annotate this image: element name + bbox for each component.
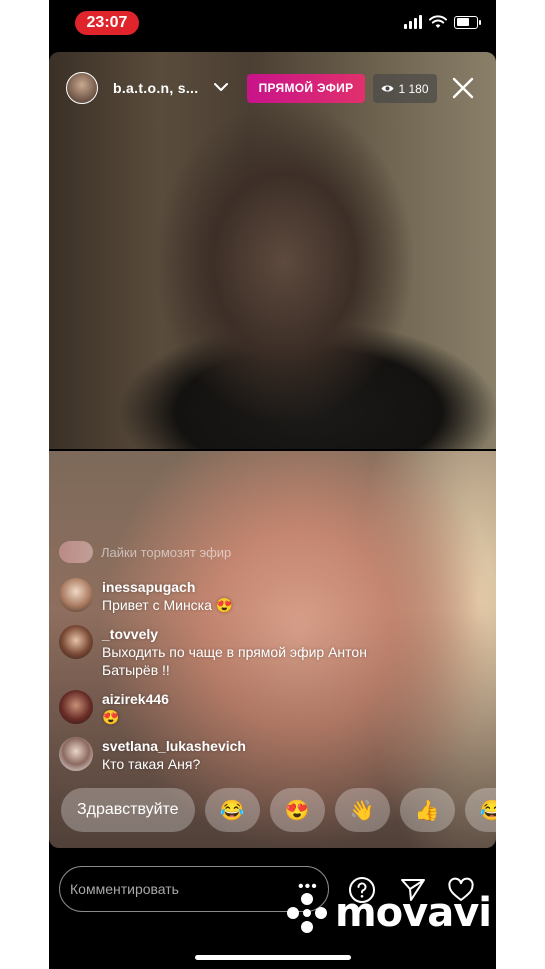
home-indicator bbox=[195, 955, 351, 960]
comment-username[interactable]: _tovvely bbox=[102, 625, 422, 643]
host-name[interactable]: b.a.t.o.n, s... bbox=[113, 80, 198, 96]
host-avatar[interactable] bbox=[66, 72, 98, 104]
comment-text: Кто такая Аня? bbox=[102, 756, 201, 772]
avatar[interactable] bbox=[59, 625, 93, 659]
comment-username[interactable]: svetlana_lukashevich bbox=[102, 737, 422, 755]
comment-username[interactable]: aizirek446 bbox=[102, 690, 422, 708]
quick-reactions-bar: Здравствуйте 😂 😍 👋 👍 😂 bbox=[61, 788, 496, 834]
live-badge: ПРЯМОЙ ЭФИР bbox=[247, 74, 365, 103]
status-bar: 23:07 bbox=[49, 0, 496, 46]
status-icons bbox=[404, 15, 481, 29]
cellular-signal-icon bbox=[404, 15, 422, 29]
live-header: b.a.t.o.n, s... ПРЯМОЙ ЭФИР 1 180 bbox=[49, 64, 496, 114]
system-notice-text: Лайки тормозят эфир bbox=[101, 544, 232, 560]
quick-reply-greeting[interactable]: Здравствуйте bbox=[61, 788, 195, 832]
reaction-laugh-2[interactable]: 😂 bbox=[464, 788, 496, 832]
avatar[interactable] bbox=[59, 737, 93, 771]
viewer-count: 1 180 bbox=[398, 81, 429, 96]
comment-item: _tovvely Выходить по чаще в прямой эфир … bbox=[59, 625, 422, 679]
avatar[interactable] bbox=[59, 690, 93, 724]
comment-text: 😍 bbox=[102, 709, 120, 725]
battery-icon bbox=[454, 15, 481, 29]
chevron-down-icon[interactable] bbox=[214, 82, 228, 92]
comment-username[interactable]: inessapugach bbox=[102, 578, 422, 596]
reaction-wave[interactable]: 👋 bbox=[334, 788, 390, 832]
movavi-watermark: movavi bbox=[285, 886, 492, 940]
heart-like-icon bbox=[59, 541, 93, 563]
phone-screen: 23:07 b.a.t.o.n, s... ПРЯМОЙ ЭФИР 1 180 … bbox=[49, 0, 496, 969]
status-time: 23:07 bbox=[75, 11, 139, 35]
reaction-thumbs-up[interactable]: 👍 bbox=[399, 788, 455, 832]
system-notice: Лайки тормозят эфир bbox=[59, 534, 231, 570]
comment-item: aizirek446 😍 bbox=[59, 690, 422, 726]
reaction-laugh[interactable]: 😂 bbox=[204, 788, 260, 832]
movavi-logo-icon bbox=[287, 893, 327, 933]
movavi-watermark-text: movavi bbox=[335, 890, 492, 936]
wifi-icon bbox=[429, 15, 447, 28]
avatar[interactable] bbox=[59, 578, 93, 612]
comment-text: Привет с Минска 😍 bbox=[102, 597, 234, 613]
comment-text: Выходить по чаще в прямой эфир Антон Бат… bbox=[102, 644, 367, 678]
eye-icon bbox=[381, 85, 394, 92]
viewer-count-badge[interactable]: 1 180 bbox=[373, 74, 437, 103]
comment-item: svetlana_lukashevich Кто такая Аня? bbox=[59, 737, 422, 773]
close-icon[interactable] bbox=[451, 76, 475, 100]
reaction-heart-eyes[interactable]: 😍 bbox=[269, 788, 325, 832]
comment-item: inessapugach Привет с Минска 😍 bbox=[59, 578, 422, 614]
